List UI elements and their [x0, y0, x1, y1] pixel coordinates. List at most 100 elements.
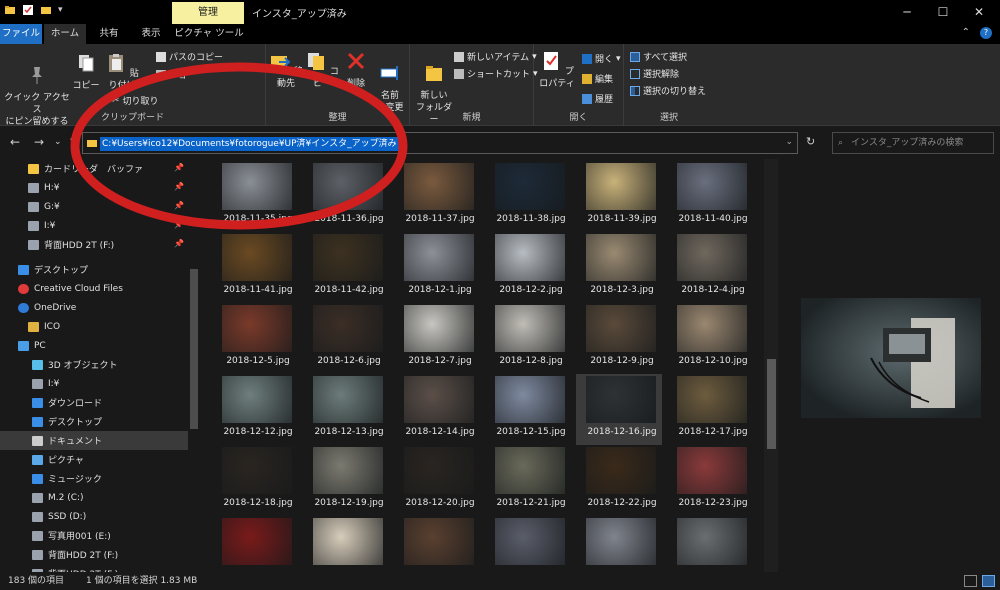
- qat-dropdown-icon[interactable]: ▾: [58, 5, 63, 15]
- sidebar-item[interactable]: ドキュメント: [0, 431, 188, 450]
- sidebar-item[interactable]: G:¥ 📌: [0, 197, 188, 216]
- file-tile[interactable]: 2018-12-15.jpg: [485, 374, 571, 445]
- sidebar-item[interactable]: ダウンロード: [0, 393, 188, 412]
- navigation-pane-scrollbar[interactable]: [190, 269, 198, 429]
- tab-file[interactable]: ファイル: [0, 24, 42, 44]
- tab-share[interactable]: 共有: [92, 24, 126, 44]
- file-tile[interactable]: 2018-12-9.jpg: [576, 303, 662, 374]
- help-icon[interactable]: ?: [980, 27, 992, 39]
- file-tile[interactable]: 2018-12-16.jpg: [576, 374, 662, 445]
- up-arrow-icon[interactable]: ↑: [68, 135, 77, 148]
- paste-button[interactable]: 貼り付け: [102, 52, 142, 92]
- copy-path-button[interactable]: パスのコピー: [156, 50, 223, 63]
- sidebar-item[interactable]: デスクトップ: [0, 260, 188, 279]
- file-tile[interactable]: 2018-11-42.jpg: [303, 232, 389, 303]
- file-tile[interactable]: 2018-12-10.jpg: [667, 303, 753, 374]
- rename-button[interactable]: 名前 の変更: [372, 50, 408, 114]
- file-tile[interactable]: 2018-12-21.jpg: [485, 445, 571, 516]
- properties-button[interactable]: プロパティ: [536, 50, 578, 90]
- ribbon-collapse-icon[interactable]: ⌃: [962, 27, 970, 39]
- edit-button[interactable]: 編集: [582, 72, 613, 85]
- paste-shortcut-button[interactable]: ショ: [156, 68, 187, 81]
- file-tile[interactable]: 2018-11-36.jpg: [303, 161, 389, 232]
- open-button[interactable]: 開く ▾: [582, 52, 621, 65]
- file-tile[interactable]: 2018-12-19.jpg: [303, 445, 389, 516]
- file-tile[interactable]: [576, 516, 662, 572]
- close-button[interactable]: ✕: [962, 0, 996, 24]
- file-tile[interactable]: [485, 516, 571, 572]
- sidebar-item[interactable]: 背面HDD 2T (F:): [0, 564, 188, 572]
- copy-to-button[interactable]: コピー: [304, 50, 340, 90]
- address-dropdown-icon[interactable]: ⌄: [785, 137, 793, 147]
- sidebar-item[interactable]: OneDrive: [0, 298, 188, 317]
- sidebar-item[interactable]: H:¥ 📌: [0, 178, 188, 197]
- file-tile[interactable]: [394, 516, 480, 572]
- sidebar-item[interactable]: 背面HDD 2T (F:) 📌: [0, 235, 188, 254]
- file-tile[interactable]: [212, 516, 298, 572]
- sidebar-item[interactable]: SSD (D:): [0, 507, 188, 526]
- file-tile[interactable]: 2018-12-12.jpg: [212, 374, 298, 445]
- sidebar-item[interactable]: PC: [0, 336, 188, 355]
- file-grid-scrollbar[interactable]: [764, 159, 778, 572]
- sidebar-item[interactable]: M.2 (C:): [0, 488, 188, 507]
- sidebar-item[interactable]: Creative Cloud Files: [0, 279, 188, 298]
- file-tile[interactable]: 2018-12-14.jpg: [394, 374, 480, 445]
- file-tile[interactable]: 2018-12-4.jpg: [667, 232, 753, 303]
- pin-icon[interactable]: 📌: [174, 201, 184, 210]
- file-tile[interactable]: 2018-12-7.jpg: [394, 303, 480, 374]
- recent-locations-icon[interactable]: ⌄: [54, 137, 62, 147]
- tab-home[interactable]: ホーム: [44, 24, 86, 44]
- copy-button[interactable]: コピー: [72, 52, 100, 92]
- file-tile[interactable]: 2018-12-18.jpg: [212, 445, 298, 516]
- forward-arrow-icon[interactable]: →: [34, 135, 44, 149]
- file-tile[interactable]: 2018-12-20.jpg: [394, 445, 480, 516]
- new-folder-icon[interactable]: [40, 4, 52, 16]
- file-tile[interactable]: 2018-11-35.jpg: [212, 161, 298, 232]
- file-tile[interactable]: 2018-12-23.jpg: [667, 445, 753, 516]
- tab-picture-tools[interactable]: ピクチャ ツール: [174, 24, 244, 44]
- new-shortcut-button[interactable]: ショートカット ▾: [454, 67, 538, 80]
- address-path[interactable]: C:¥Users¥ico12¥Documents¥fotorogue¥UP済¥イ…: [100, 137, 399, 151]
- sidebar-item[interactable]: I:¥ 📌: [0, 216, 188, 235]
- sidebar-item[interactable]: 背面HDD 2T (F:): [0, 545, 188, 564]
- invert-selection-button[interactable]: 選択の切り替え: [630, 84, 706, 97]
- sidebar-item[interactable]: ミュージック: [0, 469, 188, 488]
- file-tile[interactable]: 2018-12-13.jpg: [303, 374, 389, 445]
- maximize-button[interactable]: ☐: [926, 0, 960, 24]
- file-tile[interactable]: 2018-12-1.jpg: [394, 232, 480, 303]
- address-bar[interactable]: C:¥Users¥ico12¥Documents¥fotorogue¥UP済¥イ…: [82, 132, 798, 154]
- file-tile[interactable]: 2018-12-2.jpg: [485, 232, 571, 303]
- select-all-button[interactable]: すべて選択: [630, 50, 687, 63]
- sidebar-item[interactable]: ピクチャ: [0, 450, 188, 469]
- pin-icon[interactable]: 📌: [174, 182, 184, 191]
- file-tile[interactable]: 2018-11-41.jpg: [212, 232, 298, 303]
- properties-check-icon[interactable]: [22, 4, 34, 16]
- pin-icon[interactable]: 📌: [174, 220, 184, 229]
- history-button[interactable]: 履歴: [582, 92, 613, 105]
- new-item-button[interactable]: 新しいアイテム ▾: [454, 50, 537, 63]
- file-tile[interactable]: 2018-11-40.jpg: [667, 161, 753, 232]
- context-tab-manage[interactable]: 管理: [172, 2, 244, 24]
- file-tile[interactable]: 2018-12-17.jpg: [667, 374, 753, 445]
- file-tile[interactable]: [303, 516, 389, 572]
- file-tile[interactable]: 2018-12-5.jpg: [212, 303, 298, 374]
- sidebar-item[interactable]: 3D オブジェクト: [0, 355, 188, 374]
- search-input[interactable]: ⌕ インスタ_アップ済みの検索: [832, 132, 994, 154]
- delete-button[interactable]: 削除: [342, 50, 370, 90]
- cut-button[interactable]: ✂ 切り取り: [112, 94, 159, 108]
- file-tile[interactable]: 2018-12-8.jpg: [485, 303, 571, 374]
- sidebar-item[interactable]: 写真用001 (E:): [0, 526, 188, 545]
- back-arrow-icon[interactable]: ←: [10, 135, 20, 149]
- pin-icon[interactable]: 📌: [174, 239, 184, 248]
- sidebar-item[interactable]: I:¥: [0, 374, 188, 393]
- move-to-button[interactable]: 移動先: [268, 50, 304, 90]
- file-tile[interactable]: 2018-11-37.jpg: [394, 161, 480, 232]
- file-tile[interactable]: 2018-12-3.jpg: [576, 232, 662, 303]
- sidebar-item[interactable]: ICO: [0, 317, 188, 336]
- pin-icon[interactable]: 📌: [174, 163, 184, 172]
- details-view-icon[interactable]: [964, 575, 977, 587]
- large-icons-view-icon[interactable]: [982, 575, 995, 587]
- file-tile[interactable]: 2018-12-6.jpg: [303, 303, 389, 374]
- refresh-icon[interactable]: ↻: [806, 135, 815, 148]
- tab-view[interactable]: 表示: [134, 24, 168, 44]
